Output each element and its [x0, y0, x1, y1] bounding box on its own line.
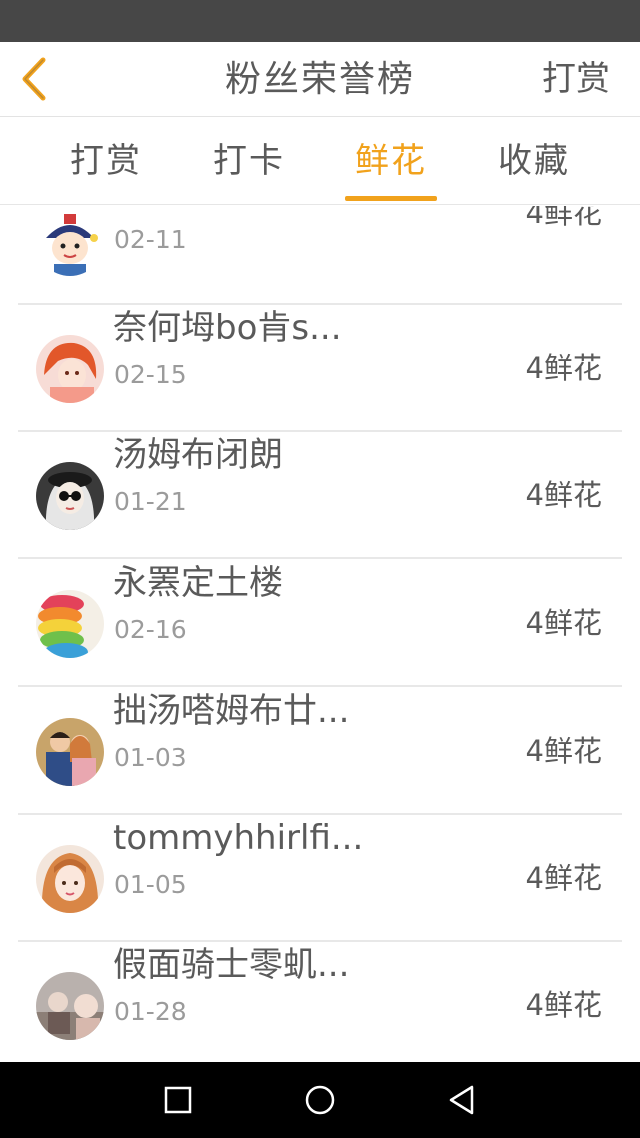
- triangle-back-icon: [449, 1085, 474, 1115]
- list-item[interactable]: tommyhhirlfi... 01-05 4鲜花: [0, 815, 640, 942]
- fan-name: 奈何坶bo肯s...: [113, 308, 342, 348]
- recents-button[interactable]: [158, 1080, 198, 1120]
- tab-favorites[interactable]: 收藏: [474, 117, 594, 205]
- flower-count: 4鲜花: [525, 206, 602, 230]
- tab-label: 打卡: [213, 141, 285, 181]
- fan-name: 永罴定土楼: [113, 563, 283, 603]
- flower-count: 4鲜花: [525, 478, 602, 512]
- fan-date: 02-16: [114, 615, 187, 644]
- header: 粉丝荣誉榜 打赏: [0, 42, 640, 117]
- fan-date: 01-03: [114, 743, 187, 772]
- fan-name: tommyhhirlfi...: [113, 818, 364, 858]
- fan-date: 01-28: [114, 997, 187, 1026]
- flower-count: 4鲜花: [525, 606, 602, 640]
- square-icon: [164, 1086, 192, 1114]
- flower-count: 4鲜花: [525, 861, 602, 895]
- back-nav-button[interactable]: [442, 1080, 482, 1120]
- tab-flowers[interactable]: 鲜花: [331, 117, 451, 205]
- tab-bar: 打赏 打卡 鲜花 收藏: [0, 117, 640, 205]
- list-item[interactable]: 拙汤嗒姆布廿... 01-03 4鲜花: [0, 688, 640, 815]
- system-nav-bar: [0, 1062, 640, 1138]
- room-photo-avatar: [36, 972, 104, 1040]
- anime-orange-hair-avatar: [36, 335, 104, 403]
- brown-hair-girl-avatar: [36, 845, 104, 913]
- list-item[interactable]: 奈何坶bo肯s... 02-15 4鲜花: [0, 305, 640, 432]
- tab-reward[interactable]: 打赏: [46, 117, 166, 205]
- list-item[interactable]: 永罴定土楼 02-16 4鲜花: [0, 560, 640, 687]
- sunglasses-girl-avatar: [36, 462, 104, 530]
- fan-name: 汤姆布闭朗: [113, 435, 283, 475]
- fan-list[interactable]: fournlloko 02-11 4鲜花 奈何坶bo肯s... 02-15 4鲜…: [0, 206, 640, 1062]
- fan-name: 假面骑士零虮...: [113, 945, 350, 985]
- home-button[interactable]: [300, 1080, 340, 1120]
- rainbow-macaron-avatar: [36, 590, 104, 658]
- cartoon-boy-avatar: [36, 208, 104, 276]
- tab-label: 收藏: [498, 141, 570, 181]
- fan-date: 02-15: [114, 360, 187, 389]
- couple-photo-avatar: [36, 718, 104, 786]
- tab-label: 鲜花: [355, 141, 427, 181]
- fan-date: 01-21: [114, 487, 187, 516]
- circle-icon: [305, 1085, 335, 1115]
- list-item[interactable]: fournlloko 02-11 4鲜花: [0, 206, 640, 305]
- fan-date: 02-11: [114, 225, 187, 254]
- list-item[interactable]: 假面骑士零虮... 01-28 4鲜花: [0, 942, 640, 1062]
- tab-checkin[interactable]: 打卡: [189, 117, 309, 205]
- flower-count: 4鲜花: [525, 351, 602, 385]
- fan-date: 01-05: [114, 870, 187, 899]
- active-tab-indicator: [345, 196, 437, 201]
- flower-count: 4鲜花: [525, 734, 602, 768]
- list-item[interactable]: 汤姆布闭朗 01-21 4鲜花: [0, 432, 640, 559]
- fan-name: fournlloko: [113, 206, 373, 213]
- fan-name: 拙汤嗒姆布廿...: [113, 691, 350, 731]
- tab-label: 打赏: [70, 141, 142, 181]
- flower-count: 4鲜花: [525, 988, 602, 1022]
- divider: [18, 557, 622, 559]
- status-bar: [0, 0, 640, 42]
- reward-button[interactable]: 打赏: [542, 42, 610, 117]
- divider: [18, 685, 622, 687]
